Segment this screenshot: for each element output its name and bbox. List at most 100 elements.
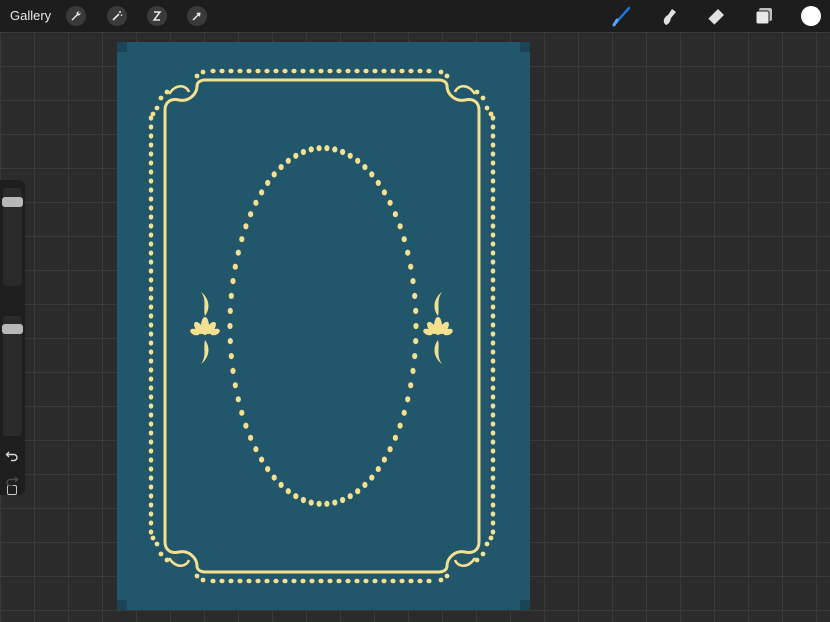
ornament-dot bbox=[490, 412, 496, 418]
ornament-dot bbox=[332, 146, 338, 153]
ornament-dot bbox=[228, 578, 234, 584]
arrow-cursor-icon[interactable] bbox=[187, 6, 207, 26]
ornament-dot bbox=[490, 277, 496, 283]
ornament-dot bbox=[148, 367, 154, 373]
ornament-dot bbox=[200, 577, 206, 583]
ornament-dot bbox=[148, 250, 154, 256]
smudge-icon[interactable] bbox=[658, 5, 680, 27]
ornament-dot bbox=[148, 430, 154, 436]
ornament-dot bbox=[148, 322, 154, 328]
ornament-dot bbox=[444, 573, 450, 579]
ornament-dot bbox=[438, 69, 444, 75]
ornament-dot bbox=[148, 376, 154, 382]
ornament-dot bbox=[413, 338, 419, 345]
ornament-dot bbox=[227, 322, 233, 330]
ornament-dot bbox=[375, 179, 381, 186]
ornament-dot bbox=[150, 535, 156, 541]
ornament-dot bbox=[387, 199, 393, 206]
brush-size-handle[interactable] bbox=[2, 197, 23, 207]
ornament-dot bbox=[381, 578, 387, 584]
ornament-dot bbox=[490, 349, 496, 355]
ornament-dot bbox=[148, 475, 154, 481]
ornament-dot bbox=[164, 557, 170, 563]
ornament-dot bbox=[309, 578, 315, 584]
redo-icon[interactable] bbox=[5, 473, 19, 487]
ornament-dot bbox=[291, 578, 297, 584]
ornament-dot bbox=[148, 394, 154, 400]
opacity-slider[interactable] bbox=[2, 316, 23, 436]
ornament-dot bbox=[490, 367, 496, 373]
ornament-dot bbox=[316, 500, 322, 507]
ornament-dot bbox=[347, 152, 353, 159]
ornament-dot bbox=[237, 68, 243, 74]
ornament-dot bbox=[490, 214, 496, 220]
ornament-dot bbox=[490, 178, 496, 184]
ornament-dot bbox=[490, 340, 496, 346]
undo-icon[interactable] bbox=[5, 448, 19, 462]
ornament-dot bbox=[273, 68, 279, 74]
ornament-dot bbox=[271, 171, 277, 178]
ornament-dot bbox=[490, 268, 496, 274]
ornament-dot bbox=[413, 322, 419, 330]
ornament-dot bbox=[228, 68, 234, 74]
ornament-dot bbox=[148, 205, 154, 211]
color-swatch[interactable] bbox=[800, 5, 822, 27]
ornament-dot bbox=[490, 151, 496, 157]
frame-curl bbox=[453, 85, 477, 95]
ornament-dot bbox=[408, 263, 414, 270]
ornament-dot bbox=[154, 105, 160, 111]
ornament-dot bbox=[340, 496, 346, 504]
ornament-dot bbox=[148, 259, 154, 265]
ornament-dot bbox=[259, 189, 265, 196]
brush-icon[interactable] bbox=[611, 5, 633, 27]
ornament-dot bbox=[148, 358, 154, 364]
ornament-dot bbox=[336, 68, 342, 74]
ornament-dot bbox=[148, 124, 154, 130]
ornament-dot bbox=[490, 511, 496, 517]
ornament-dot bbox=[232, 263, 238, 270]
ornament-dot bbox=[372, 578, 378, 584]
ornament-dot bbox=[148, 223, 154, 229]
layers-icon[interactable] bbox=[753, 5, 775, 27]
ornament-dot bbox=[490, 529, 496, 535]
wrench-icon[interactable] bbox=[66, 6, 86, 26]
ornament-dot bbox=[148, 511, 154, 517]
brush-size-slider[interactable] bbox=[2, 188, 23, 286]
ornament-dot bbox=[273, 578, 279, 584]
ornament-dot bbox=[490, 394, 496, 400]
ornament-dot bbox=[390, 578, 396, 584]
magic-wand-icon[interactable] bbox=[107, 6, 127, 26]
ornament-dot bbox=[148, 331, 154, 337]
selection-icon[interactable] bbox=[147, 6, 167, 26]
ornament-dot bbox=[246, 578, 252, 584]
ornament-dot bbox=[309, 68, 315, 74]
ornament-dot bbox=[148, 286, 154, 292]
ornament-dot bbox=[228, 353, 234, 360]
drawing-canvas[interactable] bbox=[117, 42, 530, 610]
ornament-dot bbox=[490, 133, 496, 139]
ornament-dot bbox=[490, 295, 496, 301]
ornament-dot bbox=[362, 481, 368, 488]
ornament-dot bbox=[490, 259, 496, 265]
ornament-dot bbox=[324, 145, 330, 152]
eraser-icon[interactable] bbox=[705, 5, 727, 27]
ornament-dot bbox=[369, 474, 375, 481]
ornament-dot bbox=[426, 578, 432, 584]
ornament-dot bbox=[410, 278, 416, 285]
ornament-dot bbox=[490, 520, 496, 526]
gallery-button[interactable]: Gallery bbox=[10, 8, 51, 23]
ornament-dot bbox=[158, 95, 164, 101]
ornament-dot bbox=[235, 396, 241, 403]
right-flourish bbox=[423, 292, 453, 364]
ornament-dot bbox=[230, 367, 236, 374]
ornament-dot bbox=[148, 493, 154, 499]
ornament-dot bbox=[490, 439, 496, 445]
ornament-dot bbox=[490, 187, 496, 193]
ornament-dot bbox=[490, 493, 496, 499]
ornament-dot bbox=[148, 448, 154, 454]
ornament-dot bbox=[148, 214, 154, 220]
ornament-dot bbox=[490, 124, 496, 130]
ornament-dot bbox=[397, 223, 403, 230]
opacity-handle[interactable] bbox=[2, 324, 23, 334]
frame-curl bbox=[167, 85, 191, 95]
